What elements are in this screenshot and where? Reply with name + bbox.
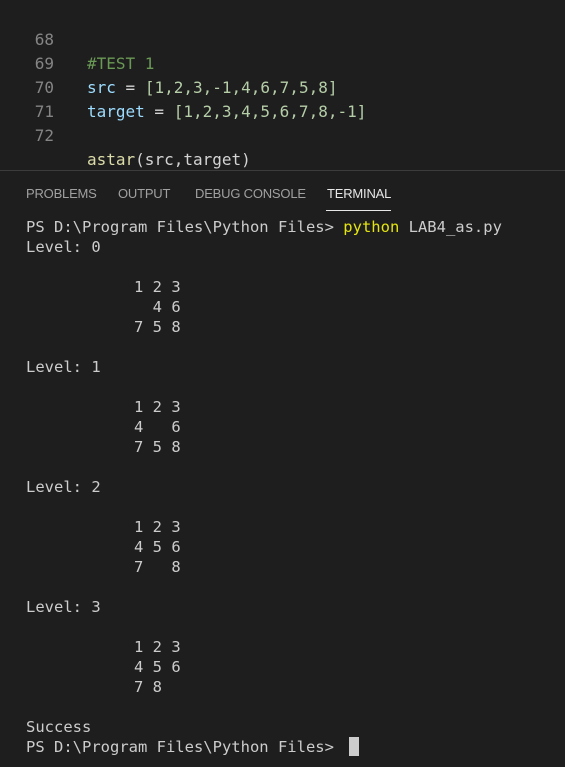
terminal-command-args: LAB4_as.py	[399, 218, 502, 236]
tab-debug-console[interactable]: DEBUG CONSOLE	[195, 186, 306, 201]
code-line[interactable]: 72 astar(src,target)	[0, 100, 251, 169]
level-label: Level: 3	[26, 598, 101, 616]
terminal-prompt: PS D:\Program Files\Python Files>	[26, 218, 344, 236]
puzzle-row: 1 2 3	[134, 518, 181, 536]
puzzle-row: 4 5 6	[134, 538, 181, 556]
code-variable: src	[87, 78, 116, 97]
tab-problems[interactable]: PROBLEMS	[26, 186, 97, 201]
puzzle-row: 4 6	[134, 418, 181, 436]
code-line[interactable]: 69 src = [1,2,3,-1,4,6,7,5,8]	[0, 28, 338, 97]
puzzle-row: 7 5 8	[134, 438, 181, 456]
active-tab-indicator	[326, 210, 391, 211]
code-operator: =	[144, 102, 174, 121]
code-value: [1,2,3,-1,4,6,7,5,8]	[144, 78, 338, 97]
puzzle-row: 7 8	[134, 678, 162, 696]
code-line[interactable]: 68 #TEST 1	[0, 4, 155, 73]
puzzle-row: 1 2 3	[134, 278, 181, 296]
code-statement: target = [1,2,3,4,5,6,7,8,-1]	[87, 100, 366, 124]
level-label: Level: 1	[26, 358, 101, 376]
puzzle-row: 4 6	[134, 298, 181, 316]
code-statement: src = [1,2,3,-1,4,6,7,5,8]	[87, 76, 337, 100]
line-number: 72	[34, 126, 54, 145]
code-line[interactable]: 71	[0, 76, 54, 121]
bottom-panel: PROBLEMS OUTPUT DEBUG CONSOLE TERMINAL P…	[0, 171, 565, 767]
tab-terminal[interactable]: TERMINAL	[327, 186, 391, 201]
code-value: [1,2,3,4,5,6,7,8,-1]	[173, 102, 367, 121]
terminal-command: python	[343, 218, 400, 236]
panel-tabs: PROBLEMS OUTPUT DEBUG CONSOLE TERMINAL	[0, 171, 565, 215]
puzzle-row: 1 2 3	[134, 398, 181, 416]
code-variable: target	[87, 102, 145, 121]
code-editor[interactable]: 68 #TEST 1 69 src = [1,2,3,-1,4,6,7,5,8]…	[0, 0, 565, 170]
terminal-prompt: PS D:\Program Files\Python Files>	[26, 738, 344, 756]
code-line[interactable]: 70 target = [1,2,3,4,5,6,7,8,-1]	[0, 52, 367, 121]
result-text: Success	[26, 718, 92, 736]
code-operator: =	[115, 78, 145, 97]
puzzle-row: 7 8	[134, 558, 181, 576]
level-label: Level: 2	[26, 478, 101, 496]
code-comment: #TEST 1	[87, 54, 155, 73]
code-statement: astar(src,target)	[87, 148, 251, 172]
code-function-name: astar	[87, 150, 136, 169]
terminal-input-line[interactable]: PS D:\Program Files\Python Files>	[26, 737, 360, 757]
terminal-cursor	[349, 737, 360, 756]
level-label: Level: 0	[26, 238, 101, 256]
tab-output[interactable]: OUTPUT	[118, 186, 170, 201]
puzzle-row: 4 5 6	[134, 658, 181, 676]
puzzle-row: 7 5 8	[134, 318, 181, 336]
puzzle-row: 1 2 3	[134, 638, 181, 656]
terminal-command-line: PS D:\Program Files\Python Files> python…	[26, 217, 502, 237]
code-arguments: (src,target)	[135, 150, 251, 169]
